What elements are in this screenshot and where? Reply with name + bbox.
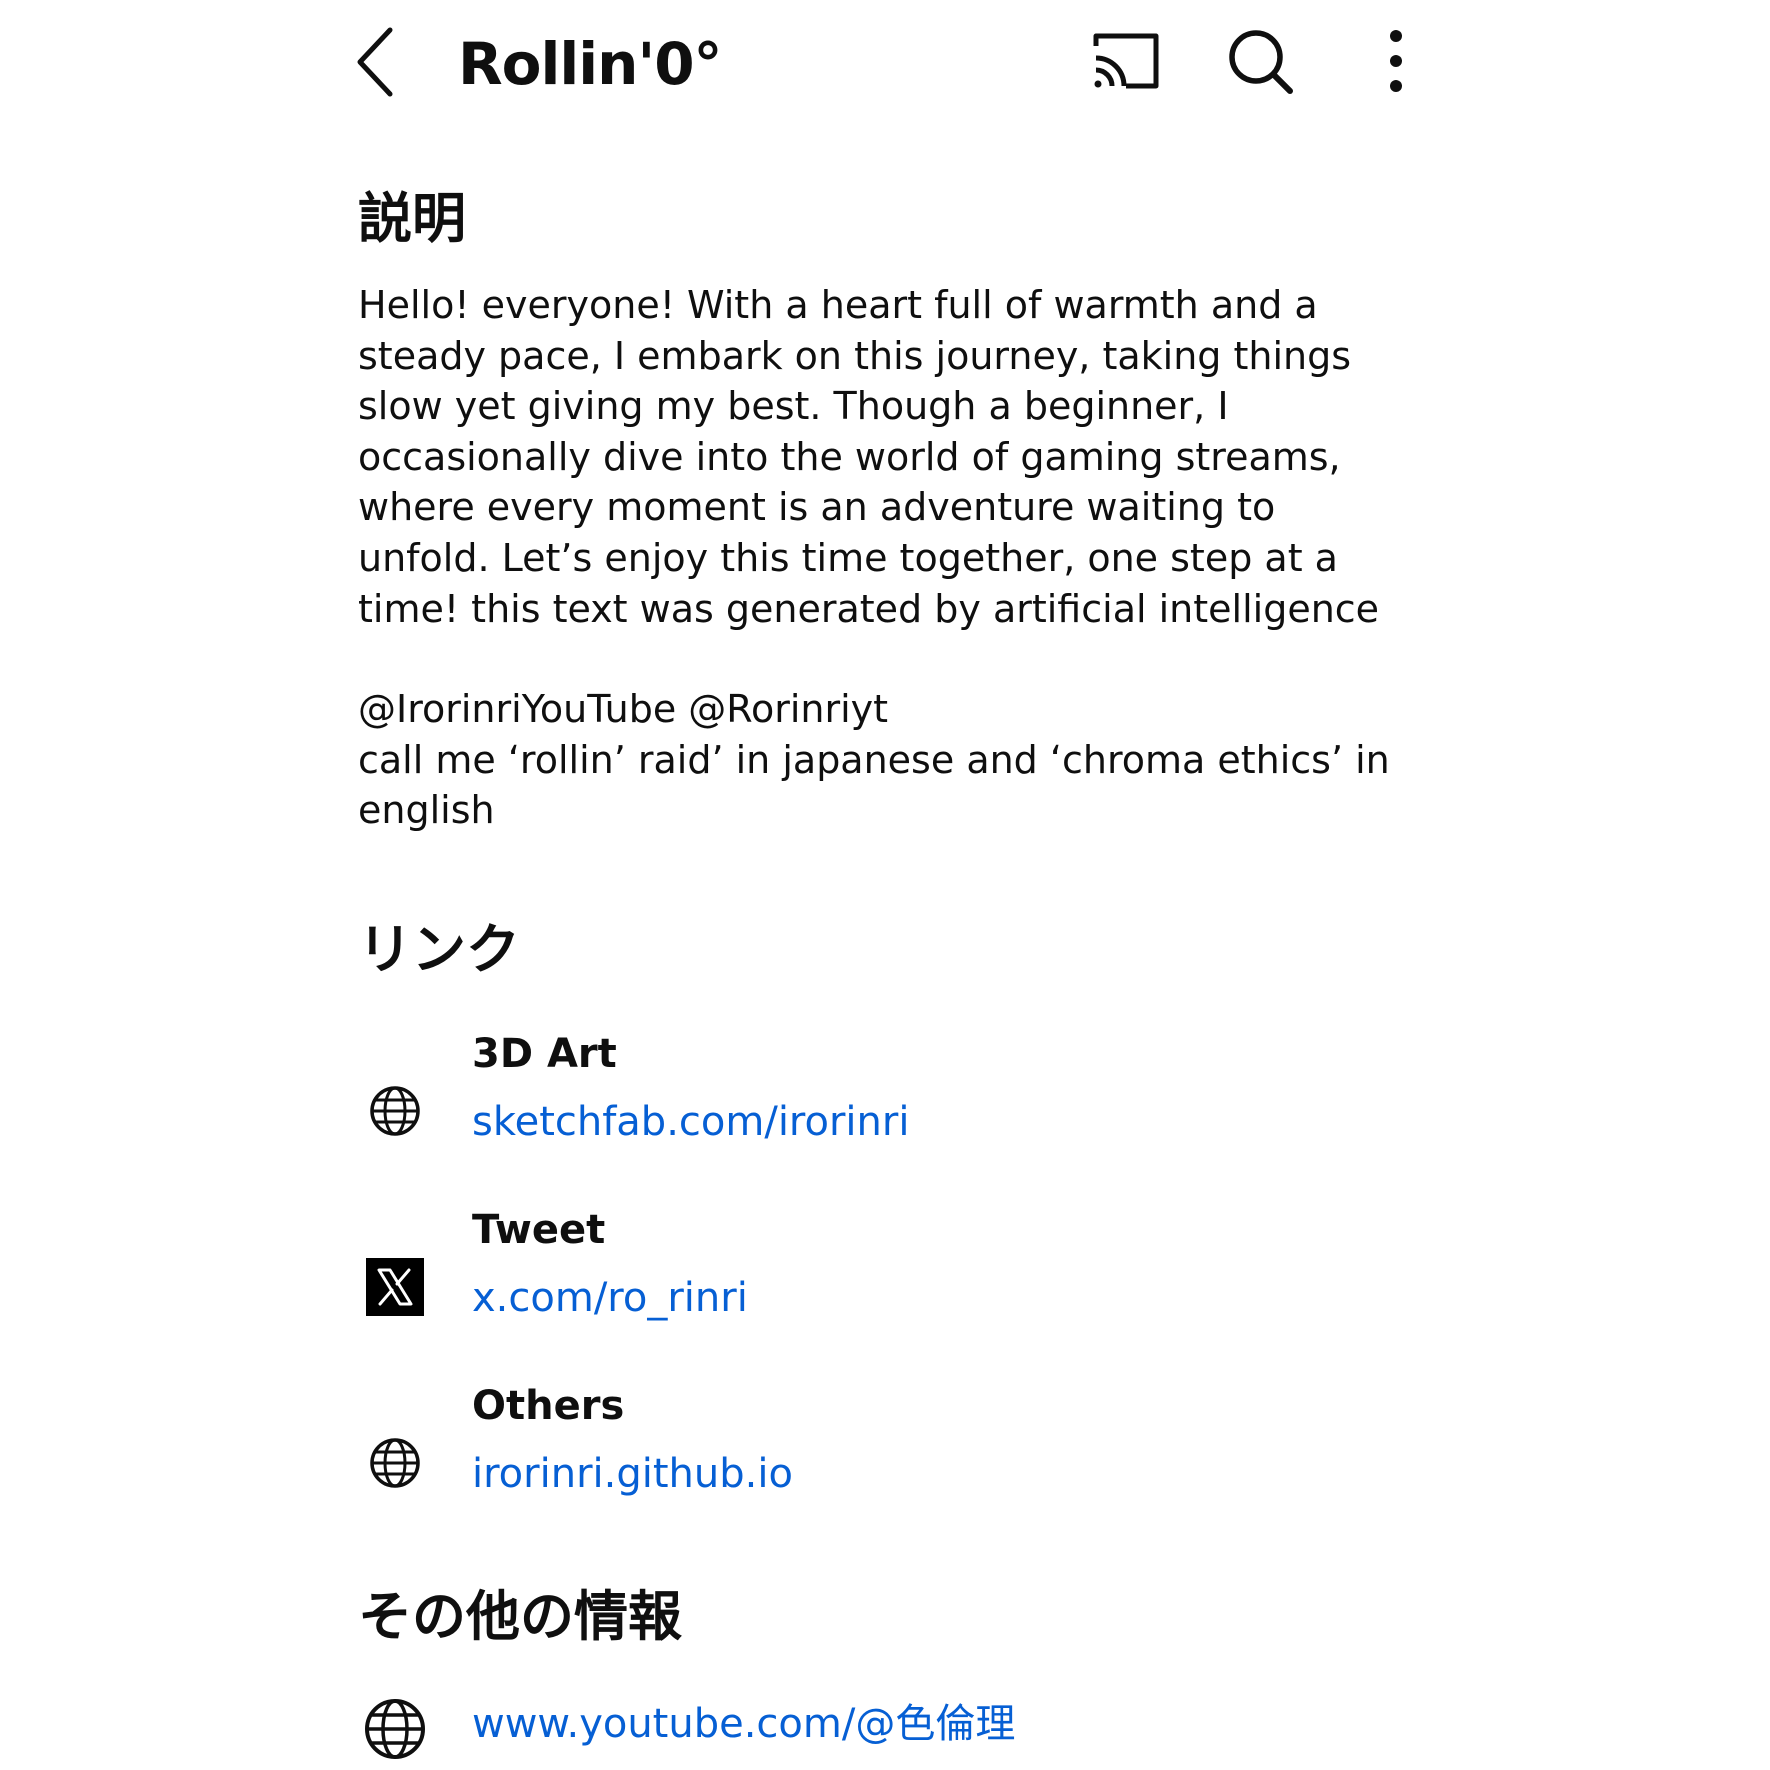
top-app-bar: Rollin'0° — [0, 0, 1770, 130]
chevron-left-icon — [357, 27, 393, 97]
x-logo-icon — [366, 1258, 424, 1316]
link-title: 3D Art — [472, 1031, 617, 1077]
link-item-others[interactable]: Others irorinri.github.io — [358, 1378, 1418, 1518]
back-button[interactable] — [352, 24, 402, 100]
more-options-button[interactable] — [1356, 24, 1436, 100]
link-url[interactable]: sketchfab.com/irorinri — [472, 1094, 909, 1150]
cast-icon — [1093, 33, 1159, 89]
cast-button[interactable] — [1086, 24, 1166, 100]
link-url[interactable]: www.youtube.com/@色倫理 — [472, 1696, 1015, 1752]
description-handles: @IrorinriYouTube @Rorinriyt call me ‘rol… — [358, 687, 1390, 833]
search-button[interactable] — [1222, 24, 1302, 100]
link-title: Others — [472, 1383, 625, 1429]
more-vert-icon — [1390, 30, 1402, 92]
description-body: Hello! everyone! With a heart full of wa… — [358, 280, 1458, 836]
other-info-heading: その他の情報 — [358, 1585, 682, 1648]
link-item-tweet[interactable]: Tweet x.com/ro_rinri — [358, 1202, 1418, 1342]
globe-icon — [370, 1086, 420, 1136]
link-title: Tweet — [472, 1207, 606, 1253]
search-icon — [1229, 30, 1293, 94]
link-url[interactable]: x.com/ro_rinri — [472, 1270, 748, 1326]
description-heading: 説明 — [358, 187, 466, 250]
globe-icon — [365, 1699, 425, 1759]
description-paragraph: Hello! everyone! With a heart full of wa… — [358, 283, 1380, 631]
channel-title: Rollin'0° — [458, 30, 723, 98]
link-url[interactable]: irorinri.github.io — [472, 1446, 793, 1502]
globe-icon — [370, 1438, 420, 1488]
links-heading: リンク — [358, 918, 520, 981]
link-item-3d-art[interactable]: 3D Art sketchfab.com/irorinri — [358, 1026, 1418, 1166]
other-info-link[interactable]: www.youtube.com/@色倫理 — [358, 1688, 1418, 1759]
